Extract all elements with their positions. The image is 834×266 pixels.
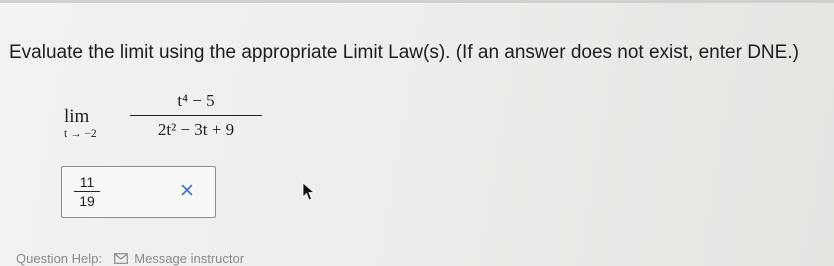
answer-denominator[interactable]: 19 <box>74 193 100 209</box>
limit-expression: lim t → −2 t⁴ − 5 2t² − 3t + 9 <box>64 88 264 150</box>
envelope-icon <box>113 253 128 264</box>
message-instructor-link[interactable]: Message instructor <box>113 251 244 266</box>
top-divider <box>0 0 834 3</box>
limit-subscript: t → −2 <box>64 128 97 140</box>
x-icon <box>181 184 193 196</box>
question-help-label: Question Help: <box>16 251 102 266</box>
answer-fraction-bar <box>74 191 100 192</box>
fraction-bar <box>130 115 262 116</box>
footer-bar: Question Help: Message instructor <box>16 251 244 266</box>
message-instructor-label[interactable]: Message instructor <box>134 251 244 266</box>
answer-input-box[interactable]: 11 19 <box>61 166 216 218</box>
fraction-numerator: t⁴ − 5 <box>177 91 215 110</box>
fraction-denominator: 2t² − 3t + 9 <box>157 120 235 139</box>
answer-numerator[interactable]: 11 <box>74 174 100 190</box>
limit-fraction: t⁴ − 5 2t² − 3t + 9 <box>130 88 262 142</box>
question-prompt: Evaluate the limit using the appropriate… <box>9 42 799 63</box>
limit-operator: lim <box>64 106 90 127</box>
mouse-pointer-icon <box>302 182 316 201</box>
answer-fraction[interactable]: 11 19 <box>74 174 100 209</box>
